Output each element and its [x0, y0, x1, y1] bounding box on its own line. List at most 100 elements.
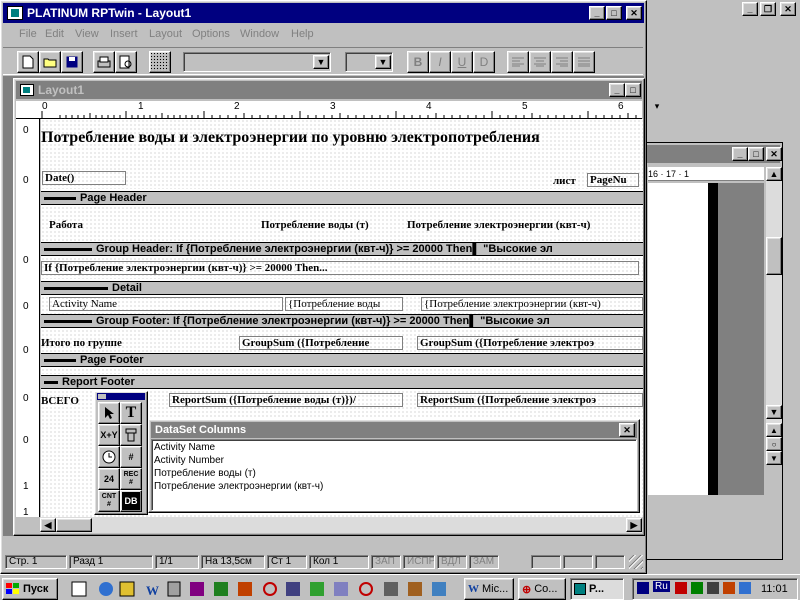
calendar-icon[interactable]: 24 — [98, 468, 120, 490]
toolbox-titlebar[interactable] — [97, 393, 145, 400]
main-titlebar[interactable]: PLATINUM RPTwin - Layout1 — [3, 3, 644, 23]
tray-icon[interactable] — [675, 582, 687, 594]
scroll-down-button[interactable]: ▼ — [766, 405, 782, 419]
list-item[interactable]: Activity Number — [154, 454, 634, 467]
tray-icon[interactable] — [739, 582, 751, 594]
layout-hscrollbar[interactable]: ◀ ▶ — [40, 517, 642, 533]
report-title[interactable]: Потребление воды и электроэнергии по уро… — [41, 129, 643, 147]
scroll-right-button[interactable]: ▶ — [626, 518, 642, 532]
dataset-columns-list[interactable]: Activity Name Activity Number Потреблени… — [151, 439, 637, 511]
list-item[interactable]: Потребление воды (т) — [154, 467, 634, 480]
record-count-icon[interactable]: REC # — [120, 468, 142, 490]
group-sum-energy-field[interactable]: GroupSum ({Потребление электроэ — [417, 336, 643, 350]
grand-total-label[interactable]: ВСЕГО — [41, 395, 79, 407]
list-item[interactable]: Activity Name — [154, 441, 634, 454]
page-footer-band[interactable]: Page Footer — [41, 353, 643, 367]
count-icon[interactable]: CNT # — [98, 490, 120, 512]
align-center-icon[interactable] — [529, 51, 551, 73]
align-right-icon[interactable] — [551, 51, 573, 73]
report-sum-energy-field[interactable]: ReportSum ({Потребление электроэ — [417, 393, 643, 407]
tray-icon[interactable] — [723, 582, 735, 594]
open-folder-icon[interactable] — [39, 51, 61, 73]
text-tool-icon[interactable]: T — [120, 402, 142, 424]
group-total-label[interactable]: Итого по группе — [41, 337, 122, 349]
italic-button[interactable]: I — [429, 51, 451, 73]
report-sum-water-field[interactable]: ReportSum ({Потребление воды (т)})/ — [169, 393, 403, 407]
arrow-pointer-icon[interactable] — [98, 402, 120, 424]
menu-options[interactable]: Options — [192, 25, 230, 43]
page-number-field[interactable]: PageNu — [587, 173, 639, 187]
start-button[interactable]: Пуск — [2, 578, 58, 600]
clock-icon[interactable] — [98, 446, 120, 468]
main-maximize-button[interactable]: □ — [606, 6, 622, 20]
font-size-combo[interactable]: ▼ — [345, 52, 393, 72]
taskbar-task-control[interactable]: ⊕ Co... — [518, 578, 566, 600]
chevron-down-icon[interactable]: ▼ — [313, 55, 329, 69]
network-icon[interactable] — [637, 582, 649, 594]
dataset-close-button[interactable]: ✕ — [619, 423, 635, 437]
save-disk-icon[interactable] — [61, 51, 83, 73]
group-footer-band[interactable]: Group Footer: If {Потребление электроэне… — [41, 314, 643, 328]
font-name-combo[interactable]: ▼ — [183, 52, 331, 72]
scroll-thumb[interactable] — [766, 237, 782, 275]
column-energy-label[interactable]: Потребление электроэнергии (квт-ч) — [407, 219, 590, 231]
menu-file[interactable]: File — [19, 25, 37, 43]
menu-view[interactable]: View — [75, 25, 99, 43]
toolbox-close-icon[interactable] — [98, 394, 106, 399]
taskbar-task-platinum[interactable]: P... — [570, 578, 624, 600]
clock[interactable]: 11:01 — [761, 583, 788, 595]
dataset-titlebar[interactable]: DataSet Columns — [151, 422, 637, 438]
bg-toolbar-dropdown[interactable]: ▾ — [646, 96, 668, 116]
main-minimize-button[interactable]: _ — [589, 6, 605, 20]
language-indicator[interactable]: Ru — [653, 581, 670, 592]
tray-icon[interactable] — [691, 582, 703, 594]
db-icon[interactable]: DB — [120, 490, 142, 512]
layout1-minimize-button[interactable]: _ — [609, 83, 625, 97]
detail-band[interactable]: Detail — [41, 281, 643, 295]
menu-help[interactable]: Help — [291, 25, 314, 43]
secondary-minimize-button[interactable]: _ — [732, 147, 748, 161]
new-doc-icon[interactable] — [17, 51, 39, 73]
minimize-button[interactable]: _ — [742, 2, 758, 16]
secondary-close-button[interactable]: ✕ — [766, 147, 782, 161]
group-header-condition-field[interactable]: If {Потребление электроэнергии (квт-ч)} … — [41, 261, 639, 275]
activity-name-field[interactable]: Activity Name — [49, 297, 283, 311]
report-footer-band[interactable]: Report Footer — [41, 375, 643, 389]
close-button[interactable]: ✕ — [780, 2, 796, 16]
column-work-label[interactable]: Работа — [49, 219, 83, 231]
grid-icon[interactable] — [149, 51, 171, 73]
select-page-button[interactable]: ○ — [766, 437, 782, 451]
page-number-icon[interactable]: # — [120, 446, 142, 468]
prev-page-button[interactable]: ▲ — [766, 423, 782, 437]
menu-window[interactable]: Window — [240, 25, 279, 43]
secondary-vscrollbar[interactable]: ▲ ▼ ▲ ○ ▼ — [766, 167, 782, 465]
group-header-band[interactable]: Group Header: If {Потребление электроэне… — [41, 242, 643, 256]
list-item[interactable]: Потребление электроэнергии (квт-ч) — [154, 480, 634, 493]
resize-grip-icon[interactable] — [629, 555, 643, 569]
tray-icon[interactable] — [707, 582, 719, 594]
menu-insert[interactable]: Insert — [110, 25, 138, 43]
scroll-left-button[interactable]: ◀ — [40, 518, 56, 532]
page-footer-section[interactable] — [41, 368, 643, 374]
database-field-icon[interactable] — [120, 424, 142, 446]
water-consumption-field[interactable]: {Потребление воды — [285, 297, 403, 311]
menu-layout[interactable]: Layout — [149, 25, 182, 43]
date-field[interactable]: Date() — [42, 171, 126, 185]
menu-edit[interactable]: Edit — [45, 25, 64, 43]
underline-button[interactable]: U — [451, 51, 473, 73]
restore-button[interactable]: ❐ — [760, 2, 776, 16]
page-header-band[interactable]: Page Header — [41, 191, 643, 205]
print-preview-icon[interactable] — [115, 51, 137, 73]
layout1-titlebar[interactable]: Layout1 — [16, 81, 642, 99]
layout1-maximize-button[interactable]: □ — [625, 83, 641, 97]
formula-tool-icon[interactable]: X+Y — [98, 424, 120, 446]
print-icon[interactable] — [93, 51, 115, 73]
align-left-icon[interactable] — [507, 51, 529, 73]
double-underline-button[interactable]: D — [473, 51, 495, 73]
bold-button[interactable]: B — [407, 51, 429, 73]
secondary-maximize-button[interactable]: □ — [748, 147, 764, 161]
taskbar-task-word[interactable]: W Mic... — [464, 578, 514, 600]
next-page-button[interactable]: ▼ — [766, 451, 782, 465]
chevron-down-icon[interactable]: ▼ — [375, 55, 391, 69]
justify-icon[interactable] — [573, 51, 595, 73]
